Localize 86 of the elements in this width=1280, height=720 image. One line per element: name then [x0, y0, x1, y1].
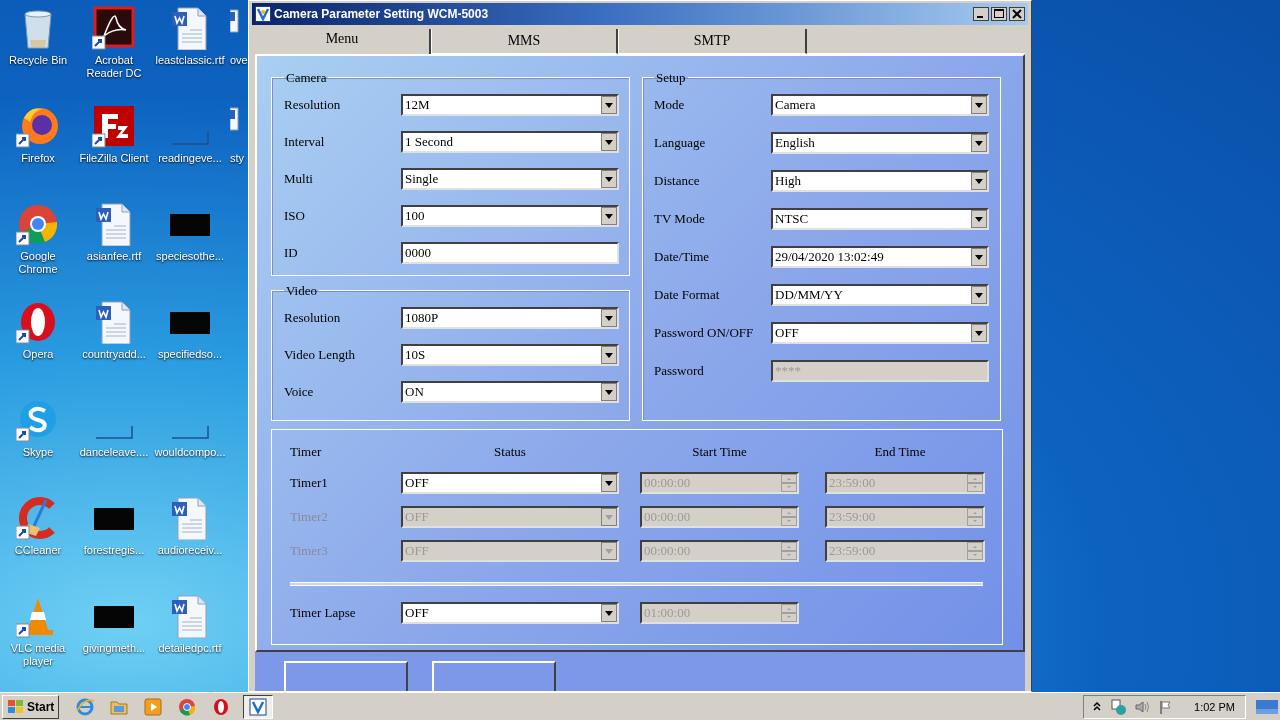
dropdown[interactable]: DD/MM/YY — [771, 284, 989, 306]
chrome-icon[interactable] — [16, 202, 60, 246]
field-label: Mode — [654, 97, 686, 113]
dropdown[interactable]: ON — [401, 381, 619, 403]
pdf-reader-icon[interactable] — [92, 6, 136, 50]
field-label: TV Mode — [654, 211, 706, 227]
dropdown[interactable]: OFF — [401, 471, 619, 494]
dropdown[interactable]: NTSC — [771, 208, 989, 230]
field-label: Multi — [284, 171, 314, 187]
icon-label[interactable]: ove — [230, 54, 248, 67]
clock[interactable]: 1:02 PM — [1194, 700, 1235, 713]
field-label: Interval — [284, 134, 326, 150]
button[interactable] — [432, 661, 556, 691]
timer-label: Timer Lapse — [290, 604, 357, 621]
app-icon — [255, 5, 271, 22]
group-title: Camera — [285, 69, 328, 86]
dropdown[interactable]: OFF — [771, 322, 989, 344]
spin-buttons-icon — [781, 507, 797, 526]
media-player-icon — [143, 696, 164, 717]
group-title: Video — [285, 282, 318, 299]
dropdown[interactable]: 100 — [401, 205, 619, 227]
window-title: Camera Parameter Setting WCM-5003 — [274, 6, 490, 21]
app-icon — [248, 696, 269, 717]
field-label: Date/Time — [654, 249, 711, 265]
icon-label[interactable]: asianfee.rtf — [86, 250, 142, 263]
maximize-button[interactable] — [991, 6, 1007, 21]
spin-buttons-icon — [967, 507, 983, 526]
field-label: Video Length — [284, 347, 357, 363]
field-label: ID — [284, 245, 299, 261]
icon-label[interactable]: readingeve... — [158, 152, 222, 165]
spin-buttons-icon — [781, 603, 797, 622]
field-label: Resolution — [284, 97, 342, 113]
dropdown[interactable]: 12M — [401, 94, 619, 116]
field-label: Distance — [654, 173, 701, 189]
icon-label[interactable]: Acrobat Reader DC — [76, 54, 152, 80]
timer-label: Timer2 — [290, 508, 329, 525]
column-header: Timer — [290, 443, 323, 460]
icon-label[interactable]: FileZilla Client — [79, 152, 149, 165]
column-header: Start Time — [691, 443, 748, 460]
dropdown[interactable]: Single — [401, 168, 619, 190]
icon-label[interactable]: sty — [230, 152, 245, 165]
field-label: Date Format — [654, 287, 721, 303]
field-label: Password — [654, 363, 705, 379]
column-header: End Time — [873, 443, 927, 460]
field-label: Resolution — [284, 310, 342, 326]
icon-label[interactable]: Recycle Bin — [8, 54, 68, 67]
spin-buttons-icon — [967, 473, 983, 492]
icon-label[interactable]: speciesothe... — [156, 250, 224, 263]
speaker-icon[interactable] — [1134, 698, 1151, 715]
dropdown[interactable]: 29/04/2020 13:02:49 — [771, 246, 989, 268]
button[interactable] — [284, 661, 408, 691]
group-title: Setup — [655, 69, 687, 86]
timer-label: Timer3 — [290, 542, 329, 559]
spin-buttons-icon — [967, 541, 983, 560]
field-label: Password ON/OFF — [654, 325, 755, 341]
dropdown[interactable]: English — [771, 132, 989, 154]
icon-label[interactable]: Firefox — [21, 152, 55, 165]
icon-label[interactable]: Opera — [22, 348, 54, 361]
filezilla-icon[interactable] — [92, 104, 136, 148]
field-label: Language — [654, 135, 707, 151]
field-label: ISO — [284, 208, 306, 224]
taskbar-button[interactable] — [243, 694, 274, 719]
dropdown[interactable]: 1 Second — [401, 131, 619, 153]
field-label: Voice — [284, 384, 315, 400]
browser-icon — [75, 696, 96, 717]
icon-label[interactable]: leastclassic.rtf — [155, 54, 225, 67]
network-icon[interactable] — [1110, 698, 1127, 715]
timer-label: Timer1 — [290, 474, 329, 491]
column-header: Status — [493, 443, 527, 460]
dropdown[interactable]: Camera — [771, 94, 989, 116]
chrome-icon — [177, 696, 198, 717]
dropdown[interactable]: 1080P — [401, 307, 619, 329]
spin-buttons-icon — [781, 541, 797, 560]
windows-logo-icon — [7, 698, 25, 715]
spin-buttons-icon — [781, 473, 797, 492]
minimize-button[interactable] — [973, 6, 989, 21]
dropdown[interactable]: High — [771, 170, 989, 192]
text-field[interactable]: 0000 — [401, 242, 619, 264]
show-desktop-button[interactable] — [1256, 699, 1278, 714]
start-button[interactable]: Start — [2, 694, 60, 719]
icon-label[interactable]: specifiedso... — [157, 348, 223, 361]
dropdown[interactable]: OFF — [401, 601, 619, 624]
icon-label[interactable]: countryadd... — [82, 348, 146, 361]
dropdown[interactable]: 10S — [401, 344, 619, 366]
close-button[interactable] — [1009, 6, 1025, 21]
icon-label[interactable]: Google Chrome — [0, 250, 76, 276]
